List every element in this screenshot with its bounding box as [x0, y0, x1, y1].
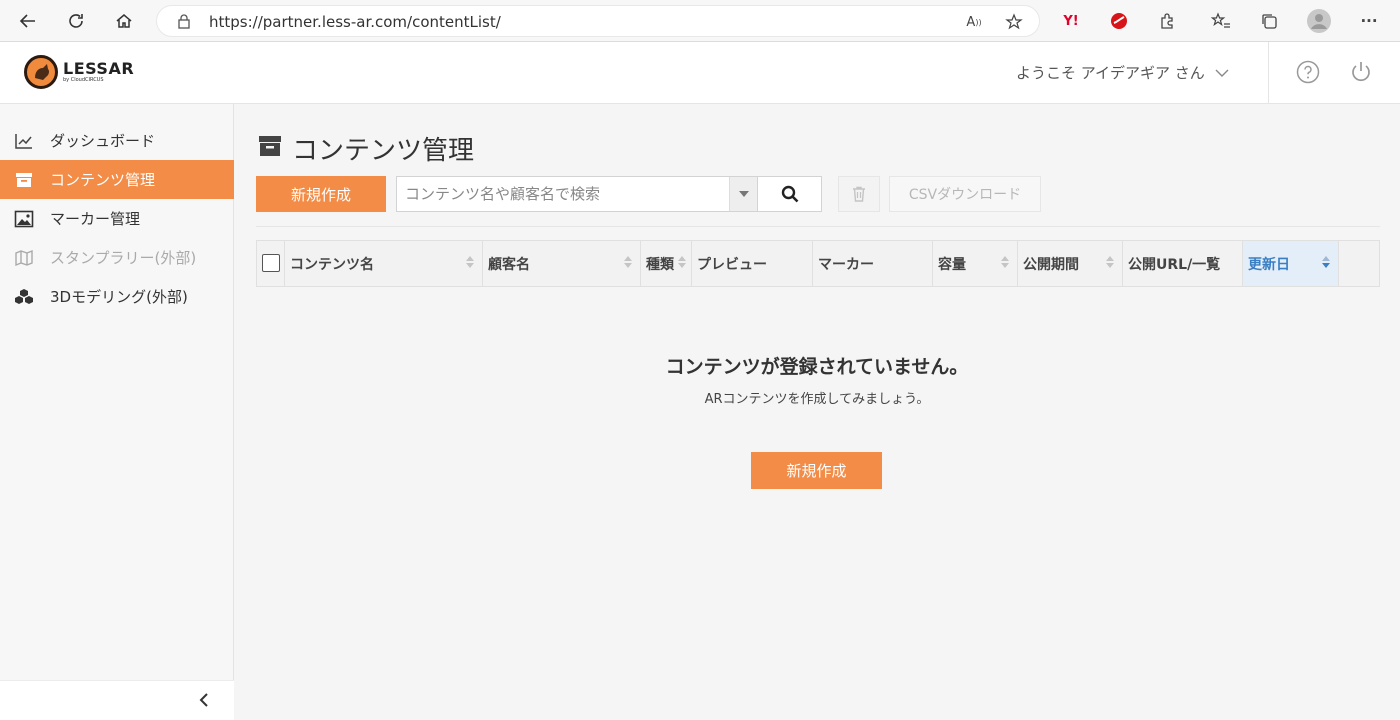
lessar-logo[interactable]: LESSAR by CloudCIRCUS: [24, 55, 134, 89]
column-publish-period[interactable]: 公開期間: [1018, 241, 1123, 286]
favorite-add-icon[interactable]: [999, 7, 1029, 37]
column-preview: プレビュー: [692, 241, 813, 286]
favorites-icon[interactable]: [1206, 6, 1236, 36]
sidebar-item-label: 3Dモデリング(外部): [50, 288, 188, 306]
column-label: 公開URL/一覧: [1128, 256, 1221, 273]
archive-box-icon: [14, 170, 34, 190]
sort-icon: [1001, 256, 1009, 268]
column-label: 種類: [646, 256, 674, 273]
column-label: プレビュー: [697, 256, 767, 273]
column-actions: [1339, 241, 1379, 286]
sort-icon: [1322, 256, 1330, 268]
table-header: コンテンツ名 顧客名 種類 プレビュー マーカー 容量 公開期間 公開URL/一…: [256, 240, 1380, 287]
app-header: LESSAR by CloudCIRCUS ようこそ アイデアギア さん: [0, 42, 1400, 104]
power-icon[interactable]: [1349, 60, 1375, 86]
column-updated-date[interactable]: 更新日: [1243, 241, 1339, 286]
csv-download-button[interactable]: CSVダウンロード: [889, 176, 1041, 212]
sort-icon: [678, 256, 686, 268]
sidebar-item-label: スタンプラリー(外部): [50, 249, 197, 267]
column-customer-name[interactable]: 顧客名: [483, 241, 641, 286]
sidebar-item-3d-modeling[interactable]: 3Dモデリング(外部): [0, 277, 234, 316]
url-text: https://partner.less-ar.com/contentList/: [209, 13, 501, 31]
search-button[interactable]: [757, 177, 821, 211]
page-title: コンテンツ管理: [258, 130, 474, 167]
more-menu-icon[interactable]: ···: [1354, 6, 1384, 36]
sidebar-item-label: ダッシュボード: [50, 132, 156, 150]
main-content: コンテンツ管理 新規作成 CSVダウンロード コンテンツ名 顧客名 種類: [234, 104, 1400, 720]
yahoo-icon[interactable]: Y!: [1056, 6, 1086, 36]
empty-state-title: コンテンツが登録されていません。: [665, 356, 969, 378]
search-box: [396, 176, 822, 212]
column-label: 容量: [938, 256, 966, 273]
sidebar-item-label: コンテンツ管理: [50, 171, 156, 189]
header-separator: [1268, 42, 1269, 104]
profile-avatar-icon[interactable]: [1304, 6, 1334, 36]
sidebar-item-marker[interactable]: マーカー管理: [0, 199, 234, 238]
search-icon: [781, 185, 798, 203]
new-content-button[interactable]: 新規作成: [256, 176, 386, 212]
logo-name: LESSAR: [63, 59, 135, 78]
collections-icon[interactable]: [1254, 6, 1284, 36]
caret-down-icon: [738, 191, 749, 197]
column-marker: マーカー: [813, 241, 933, 286]
column-label: コンテンツ名: [290, 256, 374, 273]
trash-icon: [853, 186, 865, 202]
sort-icon: [1106, 256, 1114, 268]
search-input[interactable]: [397, 177, 729, 211]
empty-state-subtitle: ARコンテンツを作成してみましょう。: [704, 392, 930, 407]
search-dropdown-button[interactable]: [729, 177, 757, 211]
address-bar[interactable]: https://partner.less-ar.com/contentList/…: [156, 5, 1040, 37]
line-chart-icon: [14, 131, 34, 151]
chevron-down-icon: [1215, 69, 1229, 77]
welcome-text: ようこそ アイデアギア さん: [1016, 64, 1205, 82]
column-label: 顧客名: [488, 256, 530, 273]
image-icon: [14, 209, 34, 229]
map-icon: [14, 248, 34, 268]
select-all-cell: [257, 241, 285, 286]
sidebar: ダッシュボード コンテンツ管理 マーカー管理 スタンプラリー(外部) 3Dモデリ…: [0, 104, 234, 720]
sidebar-item-dashboard[interactable]: ダッシュボード: [0, 121, 234, 160]
sidebar-item-content[interactable]: コンテンツ管理: [0, 160, 234, 199]
browser-toolbar: https://partner.less-ar.com/contentList/…: [0, 0, 1400, 42]
column-publish-url: 公開URL/一覧: [1123, 241, 1243, 286]
sort-icon: [466, 256, 474, 268]
toolbar-divider: [256, 226, 1380, 227]
sidebar-collapse-button[interactable]: [0, 680, 234, 720]
column-label: 更新日: [1248, 256, 1290, 273]
logo-sub: by CloudCIRCUS: [63, 77, 104, 83]
extensions-icon[interactable]: [1152, 6, 1182, 36]
column-type[interactable]: 種類: [641, 241, 692, 286]
column-label: 公開期間: [1023, 256, 1079, 273]
chevron-left-icon: [198, 691, 210, 713]
empty-state-new-button[interactable]: 新規作成: [751, 452, 882, 489]
select-all-checkbox[interactable]: [262, 254, 280, 272]
refresh-icon[interactable]: [60, 6, 92, 36]
page-title-text: コンテンツ管理: [292, 136, 475, 166]
user-menu[interactable]: ようこそ アイデアギア さん: [1016, 62, 1229, 83]
extension-red-icon[interactable]: [1104, 6, 1134, 36]
logo-mark-icon: [24, 55, 58, 89]
delete-button[interactable]: [838, 176, 880, 212]
column-capacity[interactable]: 容量: [933, 241, 1018, 286]
home-icon[interactable]: [108, 6, 140, 36]
archive-box-icon: [258, 134, 282, 164]
read-aloud-icon[interactable]: A)): [959, 7, 989, 37]
back-icon[interactable]: [12, 6, 44, 36]
column-label: マーカー: [818, 256, 874, 273]
sidebar-item-stamp-rally[interactable]: スタンプラリー(外部): [0, 238, 234, 277]
sort-icon: [624, 256, 632, 268]
lock-icon: [177, 13, 191, 33]
sidebar-item-label: マーカー管理: [50, 210, 141, 228]
help-icon[interactable]: [1296, 60, 1322, 86]
column-content-name[interactable]: コンテンツ名: [285, 241, 483, 286]
cubes-icon: [14, 287, 34, 307]
